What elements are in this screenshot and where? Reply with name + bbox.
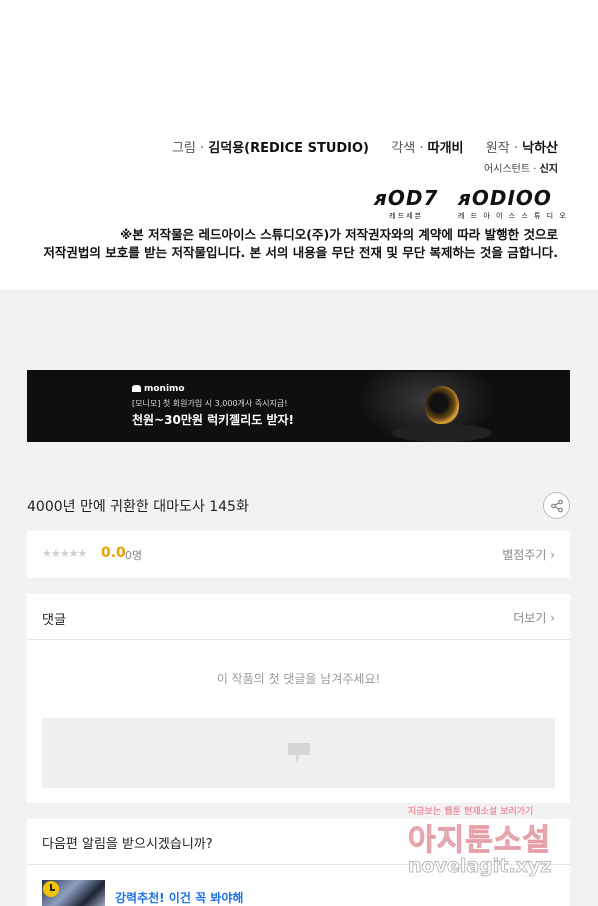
rating-card: ★★★★★ 0.0 0명 별점주기 › [27, 531, 570, 578]
banner-headline: 천원~30만원 럭키젤리도 받자! [132, 413, 295, 427]
banner-brand: monimo [132, 384, 185, 394]
art-value: 김덕용(REDICE STUDIO) [208, 141, 369, 156]
recommend-thumbnail[interactable] [42, 880, 105, 906]
lucky-jelly-image [362, 372, 492, 442]
logo1-text: ᴙOD7 [374, 186, 439, 210]
more-comments-link[interactable]: 더보기 › [513, 609, 555, 626]
copyright-notice: ※본 저작물은 레드아이스 스튜디오(주)가 저작권자와의 계약에 따라 발행한… [38, 226, 558, 262]
original-label: 원작 · [485, 141, 523, 156]
assistant-label: 어시스턴트 · [484, 164, 540, 175]
logo2-subtext: 레 드 아 이 스 스 튜 디 오 [458, 212, 568, 220]
banner-subtitle: [모니모] 첫 회원가입 시 3,000개사 즉시지급! [132, 399, 288, 408]
rating-stars[interactable]: ★★★★★ [42, 547, 87, 560]
credits-section: 그림 · 김덕용(REDICE STUDIO) 각색 · 따개비 원작 · 낙하… [0, 0, 598, 290]
monimo-logo-icon [132, 385, 141, 392]
assistant-credit: 어시스턴트 · 신지 [484, 160, 558, 175]
logo1-subtext: 레드세븐 [389, 212, 424, 220]
divider [27, 864, 570, 865]
adapt-label: 각색 · [391, 141, 428, 156]
assistant-value: 신지 [539, 164, 558, 175]
comment-empty-text: 이 작품의 첫 댓글을 남겨주세요! [216, 672, 381, 686]
comment-write-icon [288, 743, 310, 763]
logo2-text: ᴙODIOO [458, 186, 552, 210]
comment-header: 댓글 더보기 › [27, 594, 570, 640]
share-button[interactable] [543, 492, 570, 519]
redice-studio-logo: ᴙODIOO 레 드 아 이 스 스 튜 디 오 [458, 186, 568, 221]
notice-line-1: ※본 저작물은 레드아이스 스튜디오(주)가 저작권자와의 계약에 따라 발행한… [120, 227, 558, 242]
rate-button[interactable]: 별점주기 › [502, 546, 555, 563]
comment-title: 댓글 [42, 613, 66, 628]
notify-title: 다음편 알림을 받으시겠습니까? [42, 837, 213, 852]
rating-value: 0.0 [101, 545, 126, 561]
ad-banner[interactable]: monimo [모니모] 첫 회원가입 시 3,000개사 즉시지급! 천원~3… [27, 370, 570, 442]
comment-card: 댓글 더보기 › 이 작품의 첫 댓글을 남겨주세요! [27, 594, 570, 803]
original-value: 낙하산 [522, 141, 558, 156]
comment-input-box[interactable] [42, 718, 555, 788]
art-label: 그림 · [171, 141, 209, 156]
notify-card: 다음편 알림을 받으시겠습니까? 강력추천! 이건 꼭 봐야해 [27, 819, 570, 906]
clock-icon [43, 881, 59, 897]
episode-title: 4000년 만에 귀환한 대마도사 145화 [27, 499, 249, 515]
adapt-value: 따개비 [427, 141, 464, 156]
recommend-link[interactable]: 강력추천! 이건 꼭 봐야해 [115, 889, 243, 906]
credit-line: 그림 · 김덕용(REDICE STUDIO) 각색 · 따개비 원작 · 낙하… [172, 137, 558, 156]
rating-count: 0명 [125, 549, 143, 562]
share-icon [550, 499, 563, 512]
red-seven-logo: ᴙOD7 레드세븐 [374, 186, 438, 221]
watermark-tagline: 지금보는 웹툰 현재소설 보러가기 [408, 807, 534, 817]
notice-line-2: 저작권법의 보호를 받는 저작물입니다. 본 서의 내용을 무단 전재 및 무단… [43, 245, 558, 260]
